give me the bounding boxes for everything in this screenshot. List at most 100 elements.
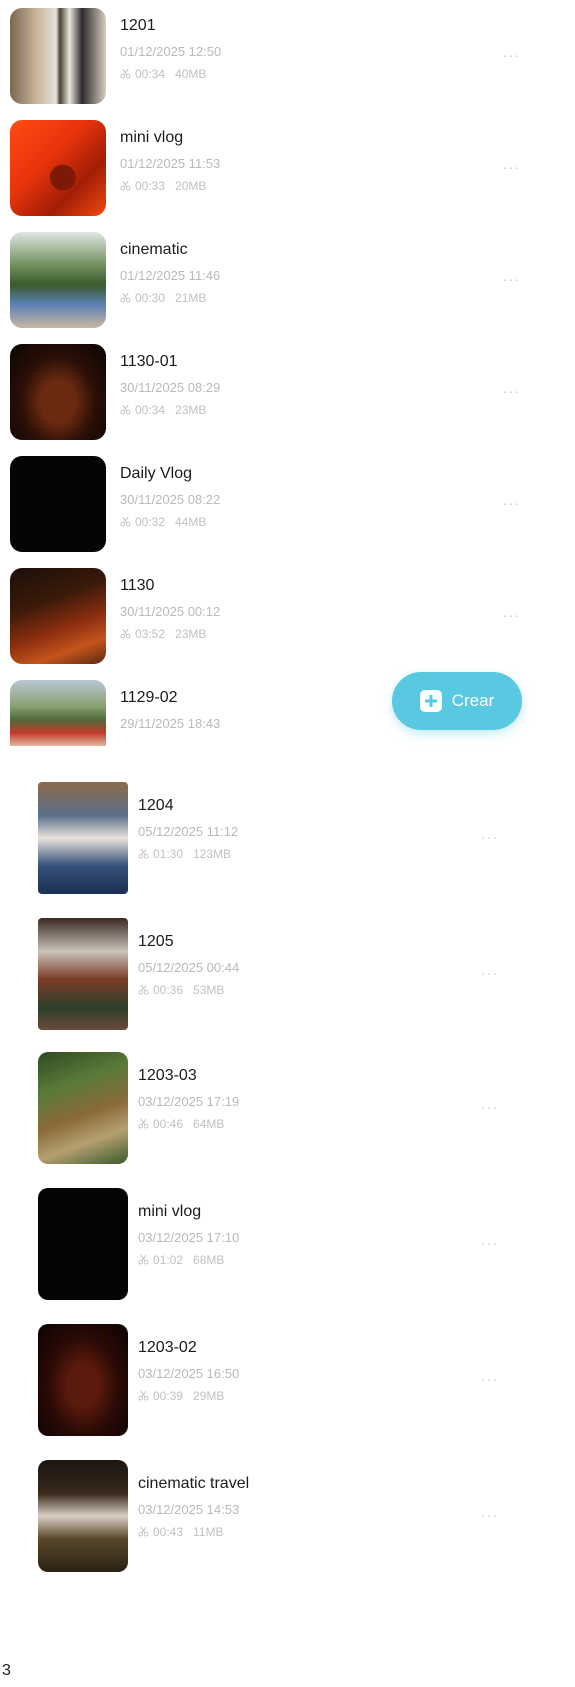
video-thumbnail[interactable] xyxy=(10,120,106,216)
video-title: 1130-01 xyxy=(120,353,178,370)
more-options-button[interactable]: ··· xyxy=(503,160,520,174)
list-item[interactable]: 1204 05/12/2025 11:12 01:30 123MB ··· xyxy=(38,782,498,902)
video-title: 1203-03 xyxy=(138,1067,197,1084)
video-duration: 00:30 xyxy=(135,291,166,305)
video-title: mini vlog xyxy=(120,129,184,146)
video-duration: 00:39 xyxy=(153,1389,184,1403)
video-date: 01/12/2025 11:46 xyxy=(120,268,221,283)
more-options-button[interactable]: ··· xyxy=(481,1508,498,1522)
video-size: 53MB xyxy=(193,983,225,997)
video-title: 1129-02 xyxy=(120,689,178,706)
video-meta: 1204 05/12/2025 11:12 01:30 123MB xyxy=(138,796,238,861)
video-meta: Daily Vlog 30/11/2025 08:22 00:32 44MB xyxy=(120,464,220,529)
scissors-icon xyxy=(120,516,131,527)
video-thumbnail[interactable] xyxy=(10,568,106,664)
video-date: 29/11/2025 18:43 xyxy=(120,716,221,731)
video-size: 44MB xyxy=(175,515,207,529)
video-title: 1204 xyxy=(138,797,174,814)
scissors-icon xyxy=(138,1526,149,1537)
video-size: 29MB xyxy=(193,1389,225,1403)
video-date: 03/12/2025 14:53 xyxy=(138,1502,240,1517)
scissors-icon xyxy=(120,68,131,79)
video-title: cinematic travel xyxy=(138,1475,250,1492)
video-thumbnail[interactable] xyxy=(38,1460,128,1572)
scissors-icon xyxy=(138,1390,149,1401)
list-item[interactable]: mini vlog 03/12/2025 17:10 01:02 68MB ··· xyxy=(38,1188,498,1308)
video-title: mini vlog xyxy=(138,1203,202,1220)
video-thumbnail[interactable] xyxy=(38,918,128,1030)
video-size: 64MB xyxy=(193,1117,225,1131)
video-date: 05/12/2025 00:44 xyxy=(138,960,240,975)
scissors-icon xyxy=(138,1118,149,1129)
video-thumbnail[interactable] xyxy=(10,456,106,552)
video-title: 1205 xyxy=(138,933,174,950)
video-duration: 00:33 xyxy=(135,179,166,193)
video-info: 01:02 68MB xyxy=(138,1253,239,1267)
more-options-button[interactable]: ··· xyxy=(503,48,520,62)
video-thumbnail[interactable] xyxy=(38,1188,128,1300)
more-options-button[interactable]: ··· xyxy=(481,1372,498,1386)
video-meta: cinematic travel 03/12/2025 14:53 00:43 1… xyxy=(138,1474,249,1539)
video-meta: cinematic 01/12/2025 11:46 00:30 21MB xyxy=(120,240,220,305)
video-thumbnail[interactable] xyxy=(38,1052,128,1164)
more-options-button[interactable]: ··· xyxy=(481,1100,498,1114)
list-item[interactable]: Daily Vlog 30/11/2025 08:22 00:32 44MB ··… xyxy=(10,456,520,556)
scissors-icon xyxy=(120,180,131,191)
video-thumbnail[interactable] xyxy=(10,8,106,104)
more-options-button[interactable]: ··· xyxy=(481,830,498,844)
video-size: 20MB xyxy=(175,179,207,193)
video-meta: 1130-01 30/11/2025 08:29 00:34 23MB xyxy=(120,352,220,417)
video-title: cinematic xyxy=(120,241,188,258)
video-date: 05/12/2025 11:12 xyxy=(138,824,239,839)
video-date: 03/12/2025 17:19 xyxy=(138,1094,240,1109)
video-meta: 1203-02 03/12/2025 16:50 00:39 29MB xyxy=(138,1338,239,1403)
video-title: 1203-02 xyxy=(138,1339,197,1356)
more-options-button[interactable]: ··· xyxy=(503,608,520,622)
video-date: 03/12/2025 17:10 xyxy=(138,1230,240,1245)
scissors-icon xyxy=(138,984,149,995)
list-item[interactable]: mini vlog 01/12/2025 11:53 00:33 20MB ··· xyxy=(10,120,520,220)
video-thumbnail[interactable] xyxy=(10,344,106,440)
more-options-button[interactable]: ··· xyxy=(503,272,520,286)
video-meta: 1203-03 03/12/2025 17:19 00:46 64MB xyxy=(138,1066,239,1131)
more-options-button[interactable]: ··· xyxy=(503,496,520,510)
video-date: 30/11/2025 08:29 xyxy=(120,380,221,395)
video-info: 00:46 64MB xyxy=(138,1117,239,1131)
list-item[interactable]: cinematic 01/12/2025 11:46 00:30 21MB ··· xyxy=(10,232,520,332)
list-item[interactable]: 1203-03 03/12/2025 17:19 00:46 64MB ··· xyxy=(38,1052,498,1172)
more-options-button[interactable]: ··· xyxy=(481,1236,498,1250)
list-item[interactable]: 1203-02 03/12/2025 16:50 00:39 29MB ··· xyxy=(38,1324,498,1444)
video-info: 00:30 21MB xyxy=(120,291,220,305)
video-meta: mini vlog 03/12/2025 17:10 01:02 68MB xyxy=(138,1202,239,1267)
list-item[interactable]: 1201 01/12/2025 12:50 00:34 40MB ··· xyxy=(10,8,520,108)
video-duration: 00:43 xyxy=(153,1525,184,1539)
video-thumbnail[interactable] xyxy=(38,782,128,894)
page-number: 3 xyxy=(2,1662,11,1679)
video-duration: 00:36 xyxy=(153,983,184,997)
video-thumbnail[interactable] xyxy=(10,680,106,746)
create-button[interactable]: Crear xyxy=(392,672,522,730)
video-meta: 1205 05/12/2025 00:44 00:36 53MB xyxy=(138,932,239,997)
video-info: 00:39 29MB xyxy=(138,1389,239,1403)
list-item[interactable]: 1130-01 30/11/2025 08:29 00:34 23MB ··· xyxy=(10,344,520,444)
video-title: 1130 xyxy=(120,577,155,594)
list-item[interactable]: 1130 30/11/2025 00:12 03:52 23MB ··· xyxy=(10,568,520,668)
video-thumbnail[interactable] xyxy=(38,1324,128,1436)
video-date: 01/12/2025 12:50 xyxy=(120,44,222,59)
video-date: 30/11/2025 00:12 xyxy=(120,604,221,619)
video-info: 00:34 23MB xyxy=(120,403,220,417)
video-title: 1201 xyxy=(120,17,156,34)
video-duration: 01:30 xyxy=(153,847,184,861)
video-size: 23MB xyxy=(175,627,207,641)
video-date: 03/12/2025 16:50 xyxy=(138,1366,240,1381)
list-item[interactable]: cinematic travel 03/12/2025 14:53 00:43 1… xyxy=(38,1460,498,1580)
video-meta: 1201 01/12/2025 12:50 00:34 40MB xyxy=(120,16,221,81)
more-options-button[interactable]: ··· xyxy=(481,966,498,980)
video-title: Daily Vlog xyxy=(120,465,193,482)
create-button-label: Crear xyxy=(451,691,495,710)
video-meta: mini vlog 01/12/2025 11:53 00:33 20MB xyxy=(120,128,220,193)
video-thumbnail[interactable] xyxy=(10,232,106,328)
scissors-icon xyxy=(138,848,149,859)
list-item[interactable]: 1205 05/12/2025 00:44 00:36 53MB ··· xyxy=(38,918,498,1038)
more-options-button[interactable]: ··· xyxy=(503,384,520,398)
